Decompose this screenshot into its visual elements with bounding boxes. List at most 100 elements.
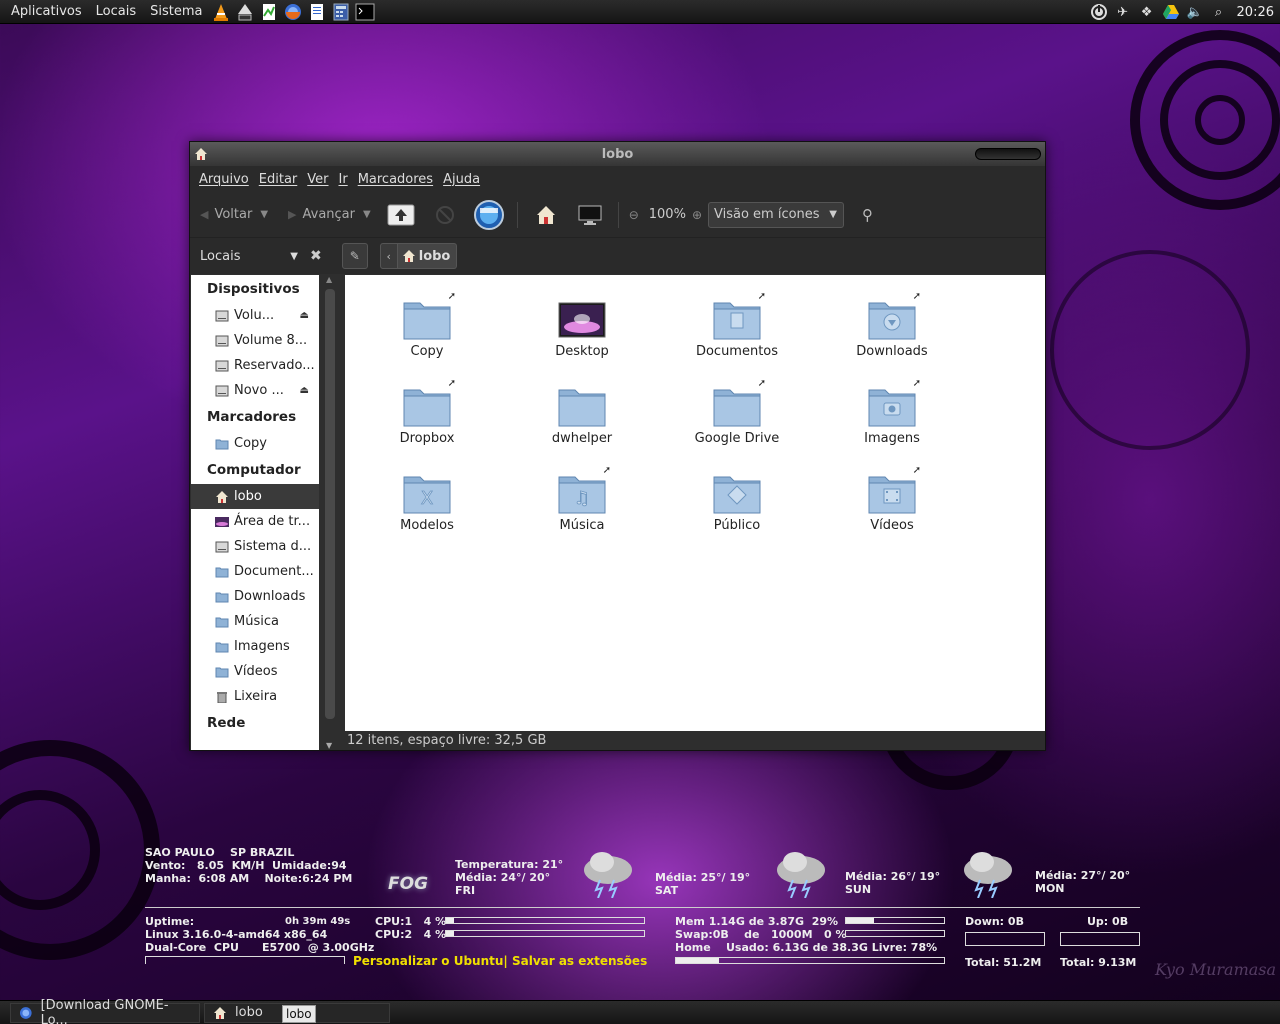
- symlink-arrow-icon: ➚: [757, 291, 766, 302]
- chevron-down-icon[interactable]: ▼: [260, 209, 268, 220]
- sidebar-item-label: Volu...: [234, 308, 275, 323]
- window-controls[interactable]: [975, 148, 1041, 160]
- chevron-left-icon: ‹: [386, 249, 391, 263]
- symlink-arrow-icon: ➚: [912, 465, 921, 476]
- eject-icon[interactable]: ⏏: [300, 385, 309, 396]
- customize-ubuntu-link[interactable]: Personalizar o Ubuntu| Salvar as extensõ…: [353, 954, 647, 968]
- title-bar[interactable]: lobo: [190, 142, 1045, 166]
- file-item[interactable]: ➚ Copy: [367, 291, 487, 359]
- sidebar-item[interactable]: Copy: [191, 431, 319, 456]
- scroll-down-icon[interactable]: ▼: [326, 741, 332, 750]
- toolbar: ◀ Voltar ▼ ▶ Avançar ▼ ⊖ 100% ⊕ Visão em…: [190, 192, 1045, 238]
- sidebar-item[interactable]: Área de tr...: [191, 509, 319, 534]
- file-item[interactable]: dwhelper: [522, 384, 642, 446]
- computer-button[interactable]: [575, 200, 605, 230]
- taskbar-item-firefox[interactable]: [Download GNOME-Lo...: [10, 998, 200, 1024]
- power-icon[interactable]: [1089, 2, 1109, 22]
- uptime-value: 0h 39m 49s: [285, 916, 351, 927]
- sidebar-item[interactable]: Vídeos: [191, 659, 319, 684]
- file-item[interactable]: ➚ Google Drive: [677, 378, 797, 446]
- zoom-level[interactable]: 100%: [649, 207, 686, 222]
- sidebar-item[interactable]: Document...: [191, 559, 319, 584]
- sidebar-item[interactable]: Lixeira: [191, 684, 319, 709]
- menu-arquivo[interactable]: Arquivo: [194, 172, 254, 187]
- file-item[interactable]: Público: [677, 471, 797, 533]
- breadcrumb-scroll-left[interactable]: ‹: [379, 243, 398, 269]
- zoom-out-icon[interactable]: ⊖: [629, 208, 639, 222]
- menu-marcadores[interactable]: Marcadores: [353, 172, 438, 187]
- sidebar-item[interactable]: Downloads: [191, 584, 319, 609]
- file-icon-view[interactable]: ➚ Copy Desktop ➚ Documentos ➚ Downloads ➚ Dropbo…: [345, 275, 1045, 731]
- net-total-up: Total: 9.13M: [1060, 956, 1137, 969]
- forward-button[interactable]: ▶ Avançar ▼: [288, 207, 371, 222]
- clock[interactable]: 20:26: [1231, 5, 1280, 20]
- sidebar-item[interactable]: Imagens: [191, 634, 319, 659]
- writer-icon[interactable]: [307, 2, 327, 22]
- inkscape-icon[interactable]: [235, 2, 255, 22]
- sidebar-scrollbar[interactable]: ▲ ▼: [323, 275, 337, 750]
- firefox-icon[interactable]: [283, 2, 303, 22]
- drive-icon: [215, 360, 234, 372]
- zoom-in-icon[interactable]: ⊕: [692, 208, 702, 222]
- edit-location-button[interactable]: ✎: [341, 243, 368, 269]
- sidebar-item[interactable]: Sistema d...: [191, 534, 319, 559]
- file-item[interactable]: ➚ Documentos: [677, 291, 797, 359]
- sidebar-item-label: Novo ...: [234, 383, 284, 398]
- menu-editar[interactable]: Editar: [254, 172, 303, 187]
- breadcrumb-lobo[interactable]: lobo: [397, 243, 458, 269]
- bird-icon[interactable]: ✈: [1113, 2, 1133, 22]
- sidebar-item[interactable]: Volume 8...: [191, 328, 319, 353]
- sidebar-item-label: Vídeos: [234, 664, 278, 679]
- menu-locais[interactable]: Locais: [89, 0, 143, 24]
- file-item[interactable]: ♫ ➚ Música: [522, 465, 642, 533]
- close-sidebar-icon[interactable]: ✖: [310, 248, 322, 264]
- vlc-icon[interactable]: [211, 2, 231, 22]
- network-icon[interactable]: ⌕: [1209, 2, 1229, 22]
- sidebar-item[interactable]: lobo: [191, 484, 319, 509]
- cpu2-text: CPU:2 4 %: [375, 928, 447, 941]
- menu-ir[interactable]: Ir: [334, 172, 353, 187]
- storm-cloud-icon: [777, 852, 825, 898]
- sidebar-item[interactable]: Novo ... ⏏: [191, 378, 319, 403]
- file-item[interactable]: ➚ Imagens: [832, 378, 952, 446]
- dropbox-icon[interactable]: ❖: [1137, 2, 1157, 22]
- file-item[interactable]: ➚ Vídeos: [832, 465, 952, 533]
- volume-icon[interactable]: 🔈: [1185, 2, 1205, 22]
- search-icon[interactable]: ⚲: [862, 206, 873, 224]
- chevron-down-icon[interactable]: ▼: [363, 209, 371, 220]
- taskbar-item-label: lobo: [235, 1005, 263, 1020]
- sidebar-item[interactable]: Volu... ⏏: [191, 303, 319, 328]
- menu-ver[interactable]: Ver: [302, 172, 333, 187]
- reload-button[interactable]: [473, 199, 504, 230]
- libreoffice-calc-icon[interactable]: [259, 2, 279, 22]
- sidebar-places-select[interactable]: Locais ▼: [200, 249, 300, 264]
- file-item[interactable]: ➚ Downloads: [832, 291, 952, 359]
- menu-aplicativos[interactable]: Aplicativos: [4, 0, 89, 24]
- back-label: Voltar: [214, 207, 253, 222]
- sidebar-item-label: Volume 8...: [234, 333, 308, 348]
- menu-sistema[interactable]: Sistema: [143, 0, 209, 24]
- scroll-up-icon[interactable]: ▲: [326, 275, 332, 284]
- google-drive-icon[interactable]: [1161, 2, 1181, 22]
- stop-button[interactable]: [430, 200, 460, 230]
- home-button[interactable]: [531, 200, 561, 230]
- file-item[interactable]: X Modelos: [367, 471, 487, 533]
- chevron-down-icon: ▼: [829, 209, 837, 220]
- up-button[interactable]: [386, 200, 416, 230]
- public-folder-icon: [712, 471, 762, 515]
- view-mode-select[interactable]: Visão em ícones ▼: [708, 201, 844, 228]
- back-button[interactable]: ◀ Voltar ▼: [200, 207, 268, 222]
- menu-ajuda[interactable]: Ajuda: [438, 172, 485, 187]
- file-item[interactable]: Desktop: [522, 297, 642, 359]
- sidebar-item[interactable]: Música: [191, 609, 319, 634]
- scrollbar-thumb[interactable]: [325, 289, 335, 719]
- file-item[interactable]: ➚ Dropbox: [367, 378, 487, 446]
- sidebar-item-label: Downloads: [234, 589, 306, 604]
- eject-icon[interactable]: ⏏: [300, 310, 309, 321]
- pencil-icon: ✎: [349, 249, 360, 263]
- mem-bar: [845, 917, 945, 924]
- calculator-icon[interactable]: [331, 2, 351, 22]
- sidebar-item[interactable]: Reservado...: [191, 353, 319, 378]
- terminal-icon[interactable]: [355, 2, 375, 22]
- cpu1-bar: [445, 917, 645, 924]
